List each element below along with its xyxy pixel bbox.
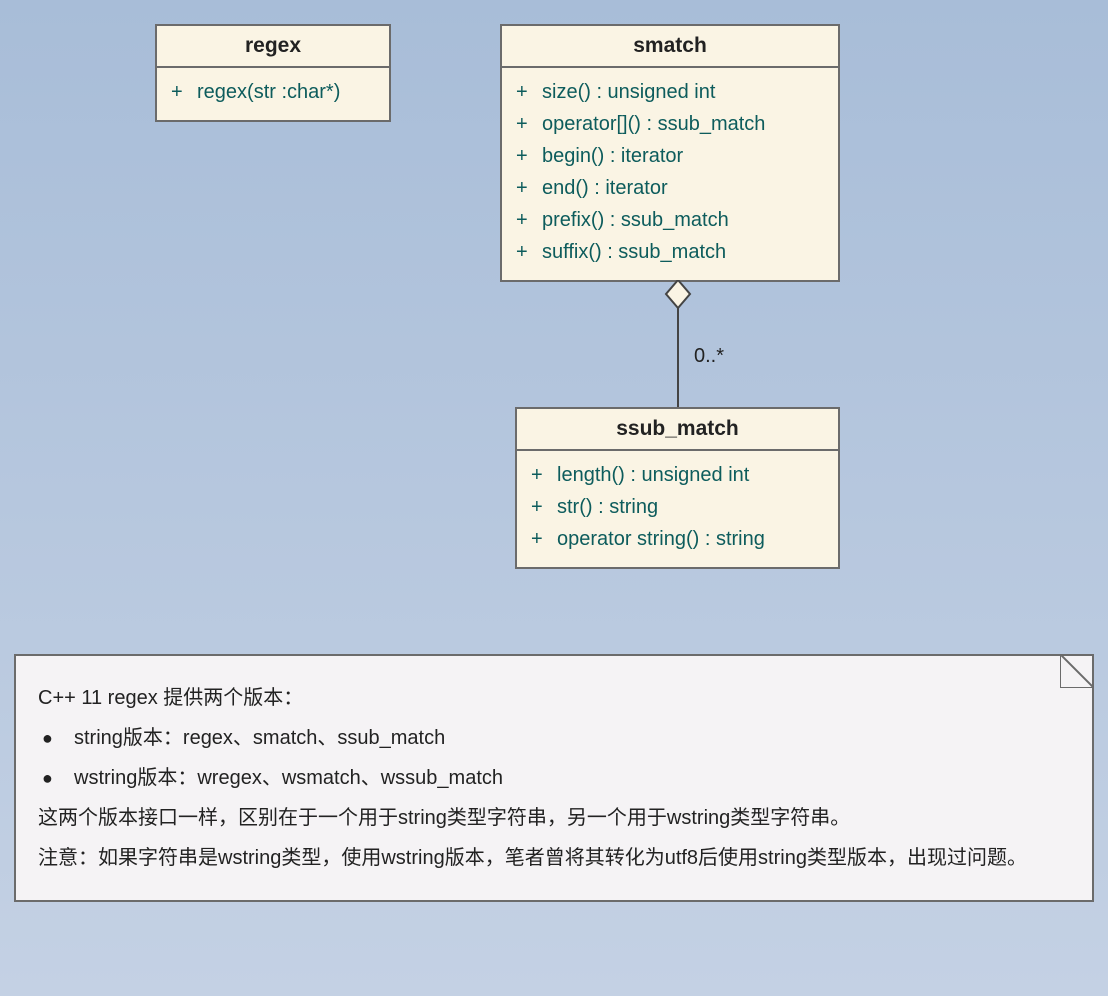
- uml-member: + str() : string: [531, 491, 824, 523]
- uml-class-body: + length() : unsigned int + str() : stri…: [517, 451, 838, 567]
- visibility: +: [516, 204, 542, 236]
- member-signature: regex(str :char*): [197, 76, 340, 108]
- note-bullet: ● string版本：regex、smatch、ssub_match: [38, 718, 1070, 758]
- uml-member: + end() : iterator: [516, 172, 824, 204]
- uml-member: + size() : unsigned int: [516, 76, 824, 108]
- uml-class-body: + regex(str :char*): [157, 68, 389, 120]
- uml-class-title: smatch: [502, 26, 838, 68]
- note-line: 注意：如果字符串是wstring类型，使用wstring版本，笔者曾将其转化为u…: [38, 838, 1070, 878]
- member-signature: length() : unsigned int: [557, 459, 749, 491]
- visibility: +: [516, 140, 542, 172]
- note-line: C++ 11 regex 提供两个版本：: [38, 678, 1070, 718]
- uml-class-title: ssub_match: [517, 409, 838, 451]
- uml-class-regex: regex + regex(str :char*): [155, 24, 391, 122]
- uml-member: + regex(str :char*): [171, 76, 375, 108]
- visibility: +: [516, 172, 542, 204]
- note-bullet-text: wstring版本：wregex、wsmatch、wssub_match: [74, 758, 503, 798]
- uml-member: + operator[]() : ssub_match: [516, 108, 824, 140]
- member-signature: suffix() : ssub_match: [542, 236, 726, 268]
- uml-member: + length() : unsigned int: [531, 459, 824, 491]
- uml-member: + prefix() : ssub_match: [516, 204, 824, 236]
- member-signature: begin() : iterator: [542, 140, 683, 172]
- visibility: +: [516, 76, 542, 108]
- uml-note: C++ 11 regex 提供两个版本： ● string版本：regex、sm…: [14, 654, 1094, 902]
- uml-class-title: regex: [157, 26, 389, 68]
- visibility: +: [531, 523, 557, 555]
- visibility: +: [516, 236, 542, 268]
- member-signature: str() : string: [557, 491, 658, 523]
- uml-member: + operator string() : string: [531, 523, 824, 555]
- member-signature: size() : unsigned int: [542, 76, 715, 108]
- visibility: +: [171, 76, 197, 108]
- member-signature: operator[]() : ssub_match: [542, 108, 765, 140]
- visibility: +: [531, 491, 557, 523]
- visibility: +: [531, 459, 557, 491]
- member-signature: prefix() : ssub_match: [542, 204, 729, 236]
- visibility: +: [516, 108, 542, 140]
- uml-class-body: + size() : unsigned int + operator[]() :…: [502, 68, 838, 280]
- bullet-icon: ●: [38, 720, 74, 756]
- uml-member: + begin() : iterator: [516, 140, 824, 172]
- uml-class-ssub-match: ssub_match + length() : unsigned int + s…: [515, 407, 840, 569]
- note-line: 这两个版本接口一样，区别在于一个用于string类型字符串，另一个用于wstri…: [38, 798, 1070, 838]
- uml-member: + suffix() : ssub_match: [516, 236, 824, 268]
- multiplicity-label: 0..*: [694, 345, 724, 368]
- note-bullet: ● wstring版本：wregex、wsmatch、wssub_match: [38, 758, 1070, 798]
- bullet-icon: ●: [38, 760, 74, 796]
- uml-class-smatch: smatch + size() : unsigned int + operato…: [500, 24, 840, 282]
- note-fold-icon: [1060, 654, 1094, 688]
- member-signature: operator string() : string: [557, 523, 765, 555]
- note-bullet-text: string版本：regex、smatch、ssub_match: [74, 718, 445, 758]
- member-signature: end() : iterator: [542, 172, 668, 204]
